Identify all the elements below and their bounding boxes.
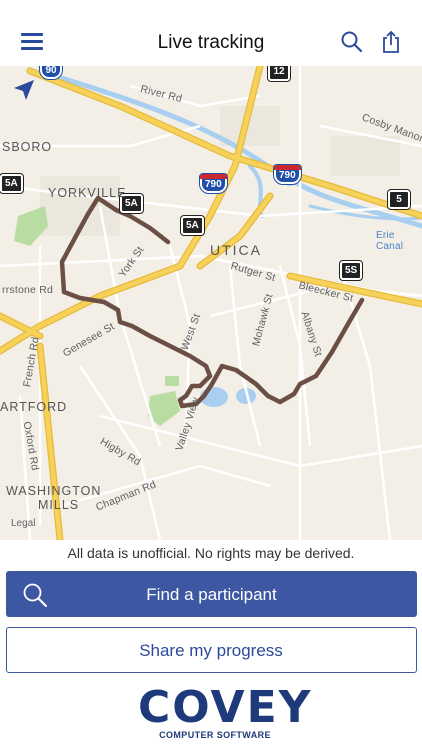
disclaimer-text: All data is unofficial. No rights may be… — [67, 545, 355, 561]
map-label-erie-canal: Erie Canal — [376, 230, 404, 252]
search-icon[interactable] — [340, 30, 364, 54]
logo-tagline: COMPUTER SOFTWARE — [159, 730, 271, 740]
top-bar: Live tracking — [0, 0, 422, 66]
route-shield-5: 5 — [387, 189, 411, 210]
find-participant-label: Find a participant — [146, 585, 277, 604]
covey-logo: COVEY COMPUTER SOFTWARE — [130, 684, 310, 746]
tracking-map[interactable]: 90 12 790 790 5 5A 5A 5A 5S River Rd Cos… — [0, 66, 422, 540]
route-shield-5a-center: 5A — [180, 215, 205, 236]
map-label-utica: UTICA — [210, 242, 262, 258]
route-shield-12: 12 — [267, 66, 291, 82]
map-label-artford: ARTFORD — [0, 400, 68, 414]
share-progress-button[interactable]: Share my progress — [6, 627, 417, 673]
map-label-sboro: SBORO — [2, 140, 53, 154]
map-label-rrstone-rd: rrstone Rd — [2, 284, 54, 296]
map-canvas — [0, 66, 422, 540]
find-participant-button[interactable]: Find a participant — [6, 571, 417, 617]
map-label-yorkville: YORKVILLE — [48, 186, 127, 200]
map-label-mills: MILLS — [38, 498, 80, 512]
route-shield-5s: 5S — [338, 260, 364, 281]
map-label-washington: WASHINGTON — [6, 484, 102, 498]
share-icon[interactable] — [380, 30, 402, 54]
logo-wordmark: COVEY — [138, 682, 313, 733]
share-progress-label: Share my progress — [139, 641, 283, 660]
map-legal-link[interactable]: Legal — [11, 518, 35, 529]
route-shield-5a-left: 5A — [0, 173, 24, 194]
route-shield-i790-a: 790 — [199, 173, 228, 194]
route-shield-i790-b: 790 — [273, 164, 302, 185]
location-arrow-icon[interactable] — [12, 78, 36, 102]
